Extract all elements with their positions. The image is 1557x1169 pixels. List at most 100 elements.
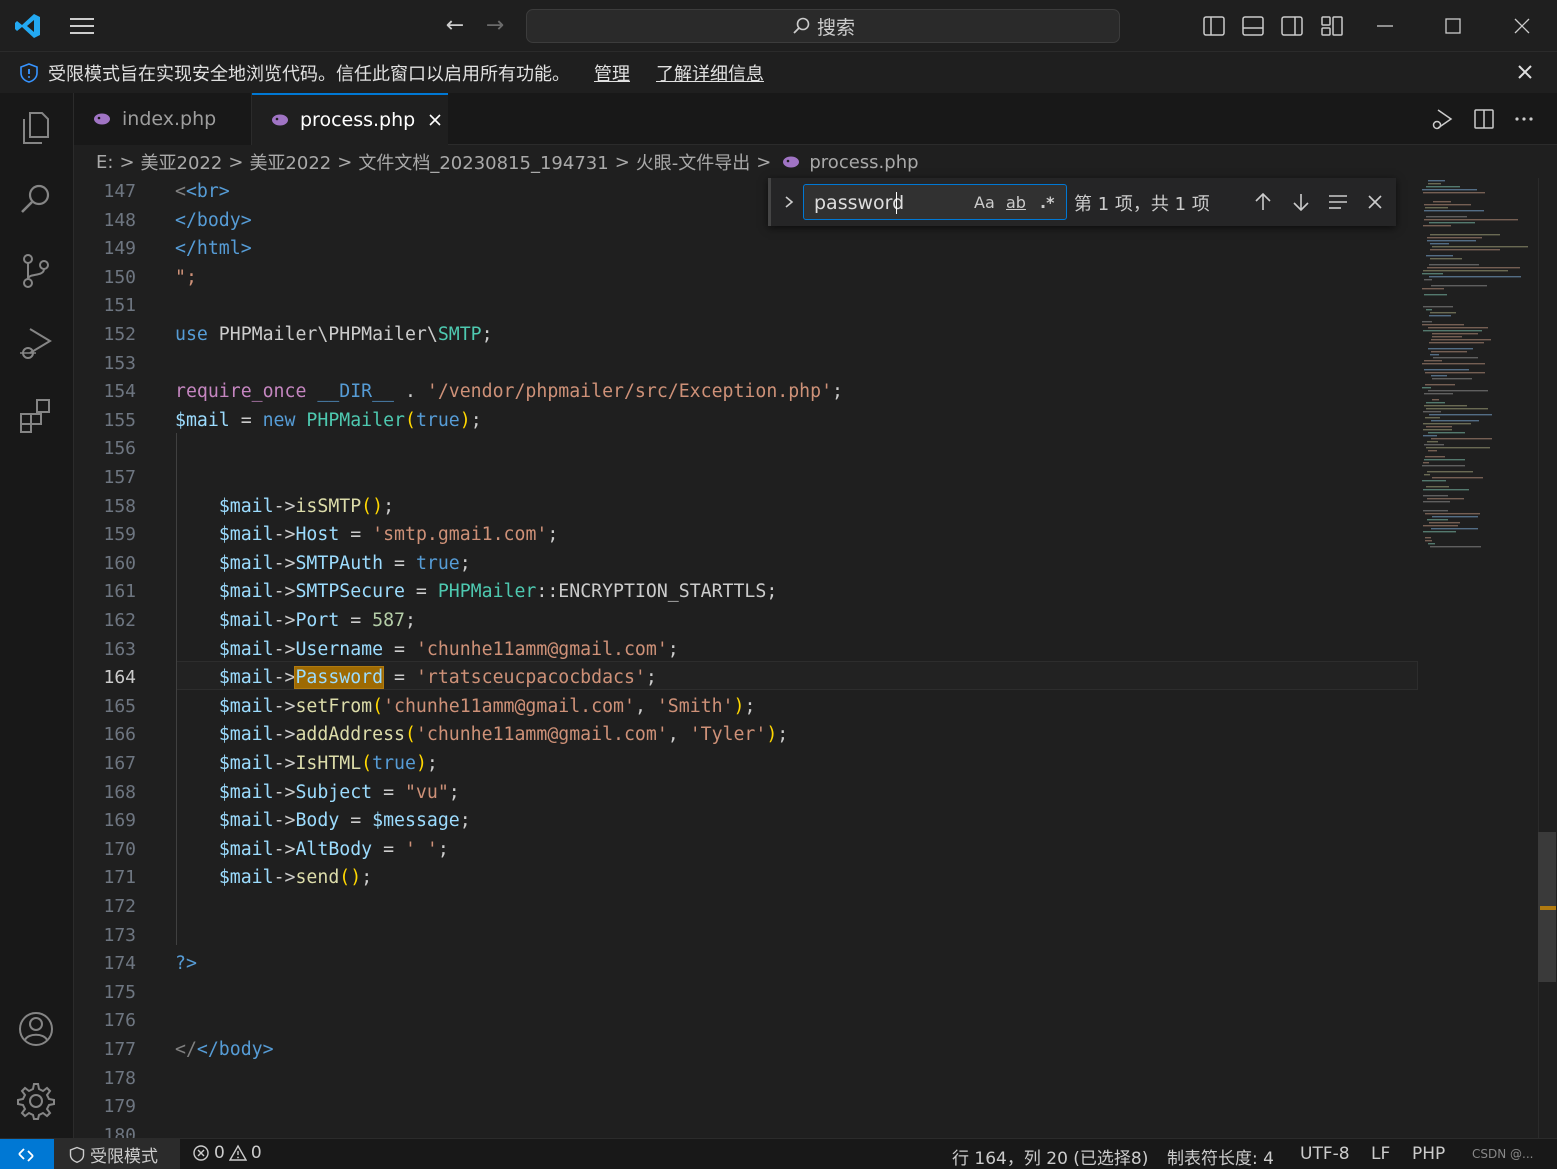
breadcrumb-file[interactable]: process.php (809, 152, 918, 173)
breadcrumb-item[interactable]: E: (96, 152, 113, 173)
remote-icon (18, 1148, 34, 1162)
breadcrumb-separator: > (119, 151, 135, 173)
line-number: 173 (103, 924, 136, 946)
more-actions-icon[interactable] (1512, 107, 1536, 131)
line-number: 177 (103, 1039, 136, 1060)
tab-label: index.php (122, 108, 217, 130)
line-number: 169 (103, 810, 136, 832)
close-icon[interactable] (1509, 12, 1535, 40)
problems-indicator[interactable]: 0 0 (192, 1143, 262, 1163)
end-of-line[interactable]: LF (1371, 1144, 1390, 1164)
line-number: 155 (103, 409, 136, 431)
toggle-replace-chevron-icon[interactable] (781, 192, 797, 212)
line-number: 168 (103, 781, 136, 803)
run-debug-icon[interactable] (16, 323, 56, 363)
gear-icon[interactable] (16, 1081, 56, 1121)
minimize-icon[interactable] (1372, 12, 1398, 40)
restricted-mode-indicator[interactable]: 受限模式 (54, 1139, 180, 1169)
code-line-164: $mail->Password = 'rtatsceucpacocbdacs'; (218, 666, 657, 690)
line-number: 164 (103, 667, 136, 689)
line-number: 163 (103, 638, 136, 660)
code-line-170: $mail->AltBody = ' '; (218, 838, 449, 860)
minimap[interactable] (1418, 178, 1536, 558)
tab-size[interactable]: 制表符长度: 4 (1167, 1144, 1274, 1169)
breadcrumb-separator: > (614, 151, 630, 173)
command-center-search[interactable]: 搜索 (526, 9, 1120, 43)
code-line-155: $mail = new PHPMailer(true); (175, 409, 482, 431)
toggle-primary-sidebar-icon[interactable] (1202, 15, 1226, 37)
customize-layout-icon[interactable] (1320, 15, 1344, 37)
code-editor[interactable]: 147 148 149 150 151 152 153 154 155 156 157 158 159 1… (74, 178, 1538, 1138)
run-debug-icon[interactable] (1430, 107, 1454, 131)
explorer-icon[interactable] (16, 107, 56, 147)
code-line-150: "; (175, 266, 197, 288)
forward-arrow-icon[interactable]: → (482, 14, 508, 38)
code-line-159: $mail->Host = 'smtp.gmai1.com'; (218, 524, 559, 546)
line-number: 152 (103, 324, 136, 345)
search-icon[interactable] (16, 179, 56, 219)
find-match-highlight: Password (294, 666, 385, 690)
manage-link[interactable]: 管理 (594, 60, 630, 86)
toggle-panel-icon[interactable] (1241, 15, 1265, 37)
language-mode[interactable]: PHP (1412, 1144, 1445, 1164)
close-find-icon[interactable] (1363, 190, 1387, 214)
error-icon (193, 1145, 209, 1161)
learn-more-link[interactable]: 了解详细信息 (656, 60, 764, 86)
php-file-icon (272, 114, 288, 126)
line-number: 149 (103, 238, 136, 260)
whole-word-toggle[interactable]: ab (1006, 193, 1026, 213)
line-number: 165 (103, 695, 136, 717)
line-number: 175 (103, 981, 136, 1003)
match-case-toggle[interactable]: Aa (974, 193, 995, 213)
line-number: 154 (103, 381, 136, 403)
breadcrumb-item[interactable]: 火眼-文件导出 (636, 149, 751, 175)
toggle-secondary-sidebar-icon[interactable] (1280, 15, 1304, 37)
line-number: 160 (103, 552, 136, 574)
warning-icon (228, 1144, 247, 1161)
shield-icon (69, 1146, 85, 1163)
line-number: 161 (103, 581, 136, 603)
code-line-147: <<br> (175, 181, 230, 202)
code-line-168: $mail->Subject = "vu"; (218, 781, 460, 803)
breadcrumb-item[interactable]: 美亚2022 (249, 149, 331, 175)
line-number: 157 (103, 467, 136, 488)
breadcrumb-item[interactable]: 美亚2022 (141, 149, 223, 175)
previous-match-icon[interactable] (1251, 190, 1275, 214)
line-number: 162 (103, 610, 136, 631)
breadcrumb-item[interactable]: 文件文档_20230815_194731 (358, 149, 608, 175)
encoding[interactable]: UTF-8 (1300, 1144, 1350, 1164)
split-editor-icon[interactable] (1472, 107, 1496, 131)
php-file-icon (783, 156, 800, 168)
activity-bar (0, 93, 74, 1138)
line-number: 167 (103, 753, 136, 774)
remote-indicator[interactable] (0, 1139, 54, 1169)
tab-index-php[interactable]: index.php (74, 93, 252, 145)
banner-close-icon[interactable] (1515, 62, 1535, 82)
code-line-163: $mail->Username = 'chunhe11amm@gmail.com… (218, 638, 679, 660)
tab-close-icon[interactable] (427, 112, 443, 128)
line-number: 158 (103, 495, 136, 517)
back-arrow-icon[interactable]: ← (442, 14, 468, 38)
vertical-scrollbar[interactable] (1538, 178, 1557, 1138)
breadcrumb-separator: > (756, 151, 772, 173)
find-in-selection-icon[interactable] (1326, 190, 1350, 214)
shield-icon (20, 63, 38, 83)
next-match-icon[interactable] (1289, 190, 1313, 214)
maximize-icon[interactable] (1440, 12, 1466, 40)
code-line-166: $mail->addAddress('chunhe11amm@gmail.com… (218, 724, 789, 746)
cursor-position[interactable]: 行 164，列 20 (已选择8) (952, 1144, 1148, 1169)
text-caret (896, 192, 897, 214)
menu-icon[interactable] (68, 16, 96, 36)
find-input[interactable]: password Aa ab .* (803, 184, 1067, 220)
extensions-icon[interactable] (16, 395, 56, 435)
code-line-171: $mail->send(); (218, 867, 373, 889)
line-number: 148 (103, 209, 136, 231)
regex-toggle[interactable]: .* (1040, 193, 1054, 213)
scrollbar-match-marker (1540, 906, 1556, 910)
vscode-logo-icon[interactable] (14, 12, 42, 40)
accounts-icon[interactable] (16, 1009, 56, 1049)
tab-process-php[interactable]: process.php (252, 93, 448, 145)
code-line-161: $mail->SMTPSecure = PHPMailer::ENCRYPTIO… (218, 581, 778, 603)
source-control-icon[interactable] (16, 251, 56, 291)
line-number: 170 (103, 838, 136, 860)
